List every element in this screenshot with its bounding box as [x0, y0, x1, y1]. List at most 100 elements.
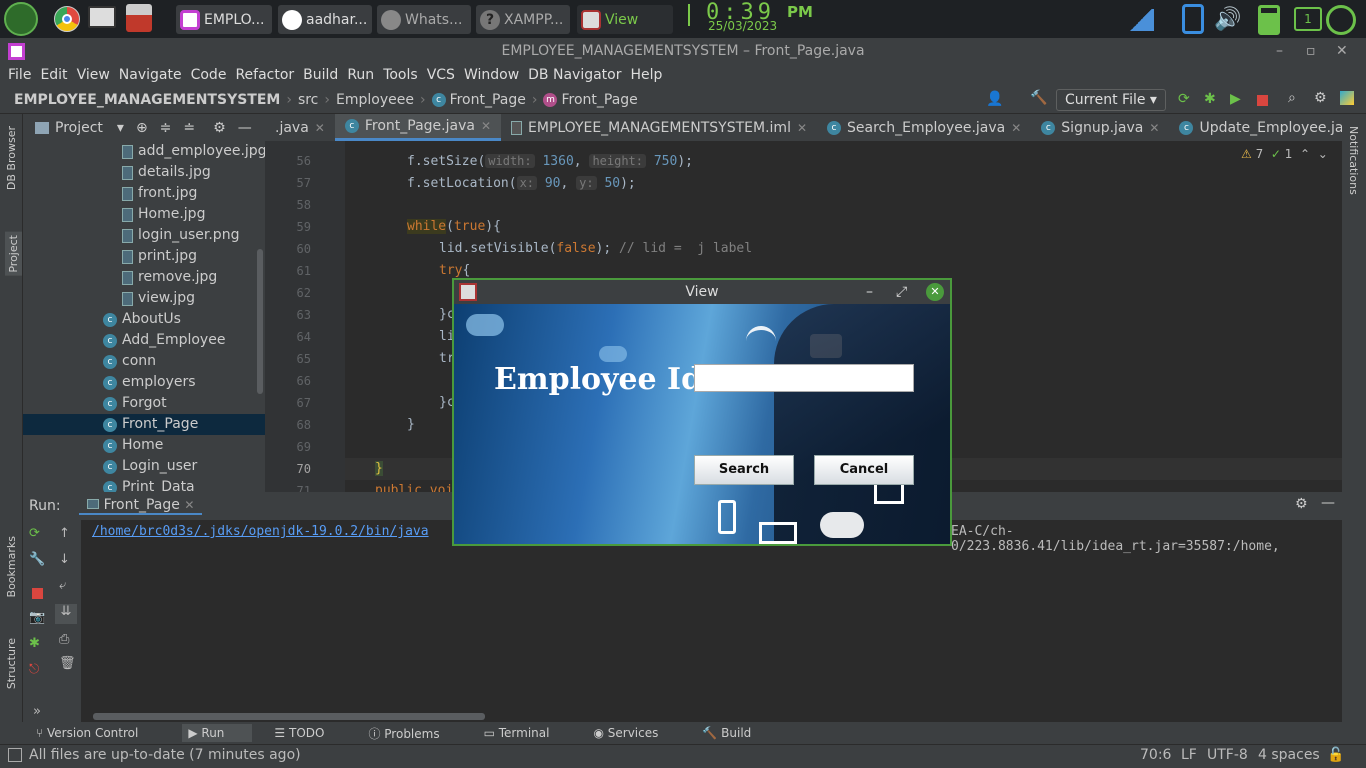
- start-menu-icon[interactable]: [4, 2, 38, 36]
- cancel-button[interactable]: Cancel: [814, 455, 914, 485]
- minimize-icon[interactable]: –: [1276, 38, 1283, 64]
- list-item[interactable]: c AboutUs: [103, 309, 181, 330]
- list-item[interactable]: login_user.png: [122, 225, 239, 246]
- rerun-icon[interactable]: ⟳: [1178, 91, 1190, 107]
- line-separator[interactable]: LF: [1181, 747, 1197, 763]
- list-item[interactable]: c conn: [103, 351, 156, 372]
- close-icon[interactable]: ✕: [797, 121, 807, 135]
- up-arrow-icon[interactable]: ↑: [59, 526, 70, 541]
- list-item[interactable]: view.jpg: [122, 288, 195, 309]
- battery-icon[interactable]: [1258, 5, 1280, 35]
- list-item[interactable]: front.jpg: [122, 183, 197, 204]
- tool-problems[interactable]: ⓘ Problems: [368, 725, 461, 742]
- tool-version-control[interactable]: ⑂ Version Control: [36, 726, 160, 740]
- scroll-to-end-icon[interactable]: ⇊: [55, 604, 77, 624]
- list-item[interactable]: c Forgot: [103, 393, 167, 414]
- project-panel-title[interactable]: Project: [55, 120, 103, 136]
- tab-signup[interactable]: c Signup.java ✕: [1031, 114, 1169, 141]
- collapse-all-icon[interactable]: ≐: [183, 120, 195, 136]
- run-config-select[interactable]: Current File ▾: [1056, 89, 1166, 111]
- indent-setting[interactable]: 4 spaces: [1258, 747, 1320, 763]
- tool-todo[interactable]: ☰ TODO: [274, 726, 346, 740]
- gear-icon[interactable]: ⚙: [1314, 90, 1327, 106]
- tab-java[interactable]: .java ✕: [265, 114, 335, 141]
- close-icon[interactable]: ✕: [1336, 38, 1348, 64]
- inspection-widget[interactable]: ⚠ 7 ✓ 1 ⌃ ⌄: [1241, 147, 1328, 161]
- tool-build[interactable]: 🔨 Build: [702, 726, 773, 740]
- list-item[interactable]: c Home: [103, 435, 163, 456]
- list-item[interactable]: c Print_Data: [103, 477, 195, 492]
- close-icon[interactable]: ✕: [481, 119, 491, 133]
- list-item[interactable]: Home.jpg: [122, 204, 205, 225]
- lock-icon[interactable]: 🔓: [1327, 747, 1344, 763]
- menu-navigate[interactable]: Navigate: [119, 64, 182, 86]
- computer-icon[interactable]: [88, 6, 116, 28]
- menu-window[interactable]: Window: [464, 64, 519, 86]
- tab-update-employee[interactable]: c Update_Employee.java: [1169, 114, 1366, 141]
- caret-position[interactable]: 70:6: [1140, 747, 1171, 763]
- dialog-titlebar[interactable]: View – ⤢ ✕: [454, 280, 950, 304]
- project-tab[interactable]: Project: [5, 232, 22, 276]
- menu-file[interactable]: File: [8, 64, 31, 86]
- gear-icon[interactable]: ⚙: [213, 120, 226, 136]
- tool-run[interactable]: ▶ Run: [182, 724, 253, 742]
- menu-build[interactable]: Build: [303, 64, 338, 86]
- menu-refactor[interactable]: Refactor: [235, 64, 294, 86]
- menu-view[interactable]: View: [77, 64, 110, 86]
- search-button[interactable]: Search: [694, 455, 794, 485]
- chevron-down-icon[interactable]: ▾: [117, 120, 124, 136]
- clipboard-icon[interactable]: [1182, 4, 1204, 34]
- list-item-selected[interactable]: c Front_Page: [23, 414, 265, 435]
- maximize-icon[interactable]: ▫: [1306, 38, 1316, 64]
- status-message[interactable]: All files are up-to-date (7 minutes ago): [29, 747, 301, 763]
- tool-icon[interactable]: [126, 4, 152, 32]
- camera-icon[interactable]: 📷: [29, 610, 45, 625]
- menu-code[interactable]: Code: [191, 64, 227, 86]
- breadcrumb-project[interactable]: EMPLOYEE_MANAGEMENTSYSTEM: [14, 92, 280, 108]
- down-arrow-icon[interactable]: ↓: [59, 552, 70, 567]
- list-item[interactable]: c Login_user: [103, 456, 197, 477]
- breadcrumb-class[interactable]: Front_Page: [450, 92, 526, 108]
- employee-id-input[interactable]: [694, 364, 914, 392]
- volume-icon[interactable]: 🔊: [1214, 8, 1248, 32]
- debug-icon[interactable]: ✱: [1204, 91, 1216, 107]
- stop-icon[interactable]: [1257, 95, 1268, 106]
- debug-icon[interactable]: ✱: [29, 636, 40, 651]
- run-output[interactable]: /home/brc0d3s/.jdks/openjdk-19.0.2/bin/j…: [81, 520, 1342, 722]
- coverage-icon[interactable]: ▶: [1230, 91, 1241, 107]
- breadcrumb-src[interactable]: src: [298, 92, 318, 108]
- rerun-icon[interactable]: ⟳: [29, 526, 40, 541]
- tool-services[interactable]: ◉ Services: [593, 726, 680, 740]
- more-icon[interactable]: »: [33, 704, 41, 719]
- hammer-icon[interactable]: 🔨: [1030, 90, 1047, 106]
- taskbar-app-xampp[interactable]: ? XAMPP...: [476, 5, 570, 34]
- run-tab[interactable]: Front_Page ✕: [78, 497, 203, 515]
- tree-scrollbar[interactable]: [257, 249, 263, 394]
- db-browser-tab[interactable]: DB Browser: [5, 126, 18, 190]
- stop-icon[interactable]: [32, 588, 43, 599]
- notification-icon[interactable]: 1: [1294, 7, 1322, 31]
- breadcrumb-package[interactable]: Employeee: [336, 92, 414, 108]
- exit-icon[interactable]: ⎋: [29, 662, 39, 677]
- list-item[interactable]: print.jpg: [122, 246, 197, 267]
- chrome-icon[interactable]: [54, 6, 80, 32]
- search-icon[interactable]: ⌕: [1288, 90, 1296, 106]
- menu-edit[interactable]: Edit: [40, 64, 67, 86]
- network-signal-icon[interactable]: [1128, 9, 1154, 31]
- horizontal-scrollbar[interactable]: [93, 713, 485, 720]
- menu-run[interactable]: Run: [347, 64, 374, 86]
- minimize-icon[interactable]: –: [866, 280, 873, 304]
- power-icon[interactable]: [1326, 5, 1356, 35]
- hide-icon[interactable]: —: [1321, 495, 1335, 511]
- list-item[interactable]: details.jpg: [122, 162, 211, 183]
- file-encoding[interactable]: UTF-8: [1207, 747, 1248, 763]
- tool-terminal[interactable]: ▭ Terminal: [484, 726, 572, 740]
- list-item[interactable]: c Add_Employee: [103, 330, 225, 351]
- bookmarks-tab[interactable]: Bookmarks: [5, 536, 18, 597]
- java-path-link[interactable]: /home/brc0d3s/.jdks/openjdk-19.0.2/bin/j…: [92, 524, 429, 539]
- list-item[interactable]: add_employee.jpg: [122, 141, 265, 162]
- list-item[interactable]: c employers: [103, 372, 196, 393]
- taskbar-app-whatsapp-2[interactable]: Whats...: [377, 5, 471, 34]
- list-item[interactable]: remove.jpg: [122, 267, 217, 288]
- close-icon[interactable]: ✕: [315, 121, 325, 135]
